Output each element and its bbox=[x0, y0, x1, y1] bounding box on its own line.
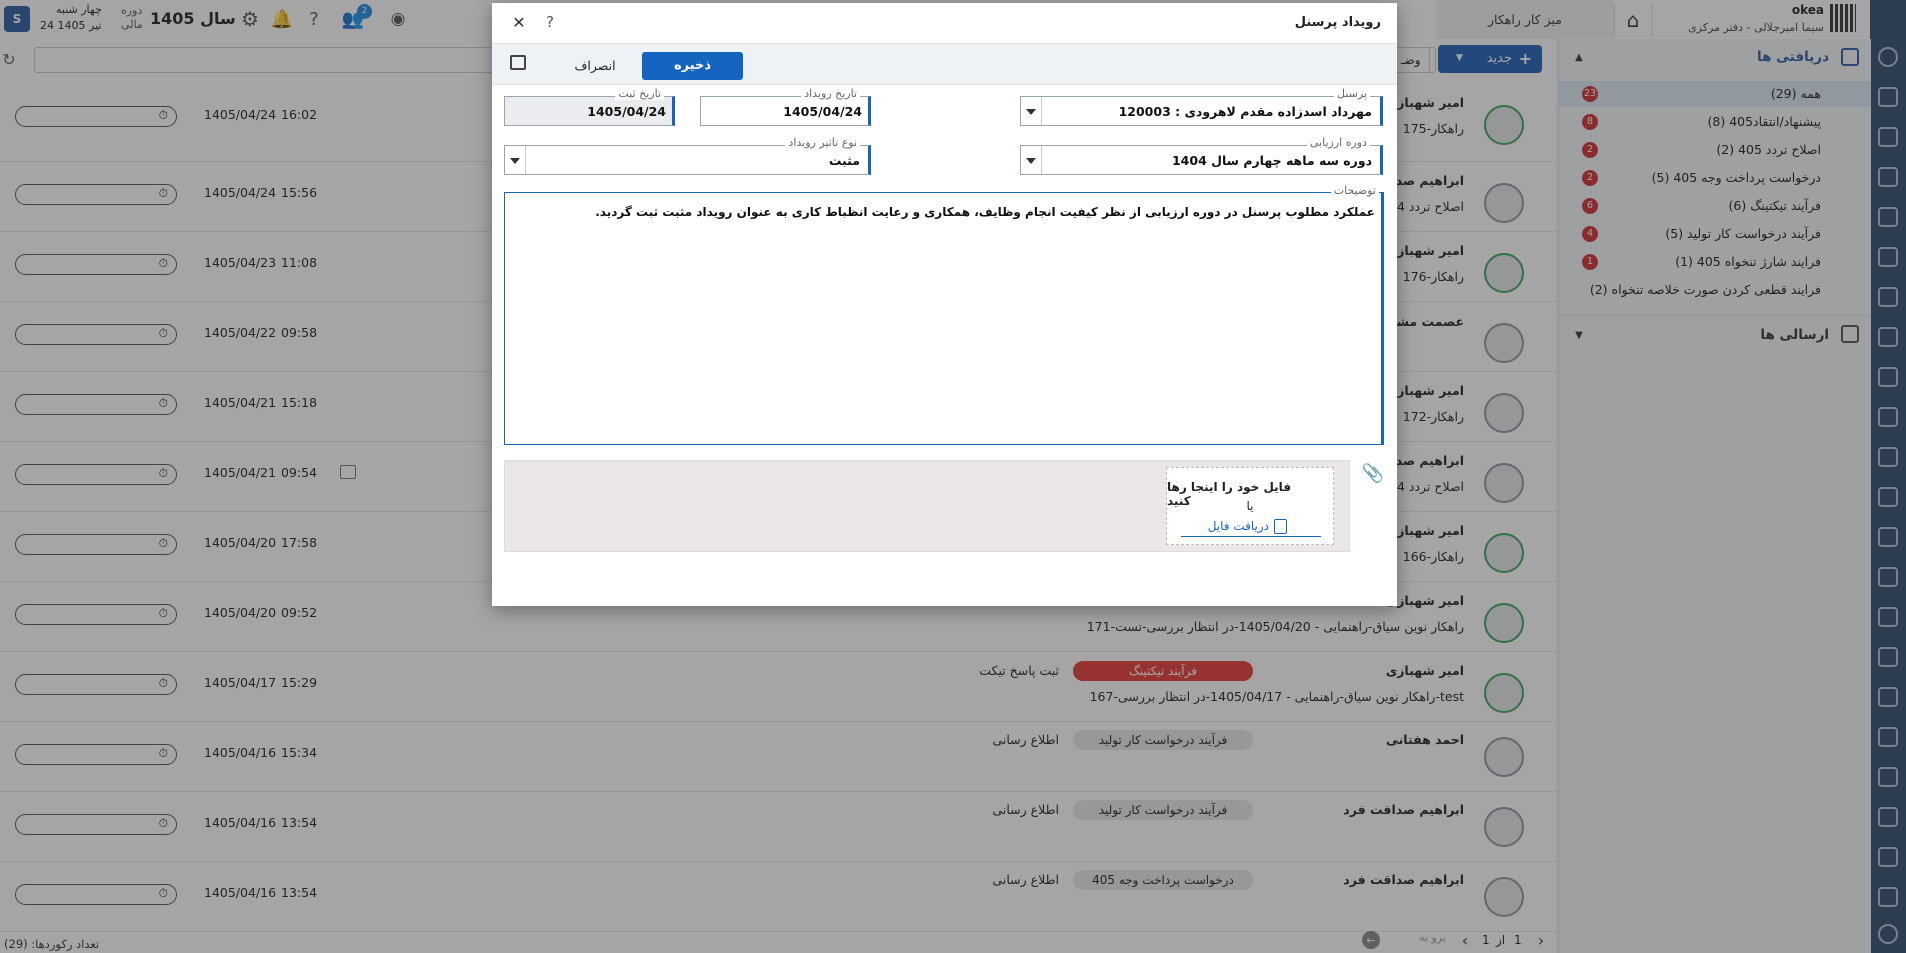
help-icon[interactable]: ? bbox=[542, 13, 558, 31]
dialog-title: رویداد پرسنل bbox=[1294, 15, 1381, 30]
evaluation-period-value: دوره سه ماهه چهارم سال 1404 bbox=[1171, 153, 1372, 168]
event-date-field[interactable]: تاریخ رویداد 1405/04/24 bbox=[700, 87, 871, 126]
description-label: توضیحات bbox=[1330, 184, 1379, 197]
description-text: عملکرد مطلوب پرسنل در دوره ارزیابی از نظ… bbox=[595, 205, 1375, 219]
chevron-down-icon[interactable] bbox=[1021, 146, 1042, 174]
personnel-value: 120003 : مهرداد اسدزاده مقدم لاهرودی bbox=[1118, 104, 1372, 119]
impact-type-label: نوع تاثیر رویداد bbox=[785, 136, 860, 149]
cancel-button[interactable]: انصراف bbox=[550, 53, 640, 79]
chevron-down-icon[interactable] bbox=[505, 146, 526, 174]
description-textarea[interactable]: توضیحات عملکرد مطلوب پرسنل در دوره ارزیا… bbox=[504, 184, 1384, 445]
impact-type-value: مثبت bbox=[828, 153, 860, 168]
evaluation-period-select[interactable]: دوره ارزیابی دوره سه ماهه چهارم سال 1404 bbox=[1020, 136, 1383, 175]
registration-date-label: تاریخ ثبت bbox=[615, 87, 664, 100]
event-date-label: تاریخ رویداد bbox=[801, 87, 860, 100]
personnel-select[interactable]: پرسنل 120003 : مهرداد اسدزاده مقدم لاهرو… bbox=[1020, 87, 1383, 126]
upload-file-label: دریافت فایل bbox=[1207, 519, 1269, 533]
registration-date-field: تاریخ ثبت 1405/04/24 bbox=[504, 87, 675, 126]
panel-toggle-icon[interactable] bbox=[510, 55, 526, 70]
close-icon[interactable]: ✕ bbox=[510, 13, 528, 32]
upload-file-link[interactable]: دریافت فایل bbox=[1181, 518, 1321, 537]
save-button[interactable]: ذخیره bbox=[642, 52, 743, 80]
dropzone-or: یا bbox=[1246, 499, 1254, 513]
personnel-event-dialog: رویداد پرسنل ? ✕ انصراف ذخیره پرسنل 1200… bbox=[492, 3, 1397, 606]
evaluation-period-label: دوره ارزیابی bbox=[1306, 136, 1370, 149]
registration-date-value: 1405/04/24 bbox=[587, 104, 666, 119]
personnel-label: پرسنل bbox=[1334, 87, 1370, 100]
dropzone[interactable]: فایل خود را اینجا رها کنید یا دریافت فای… bbox=[1166, 467, 1334, 545]
upload-icon bbox=[1274, 519, 1287, 534]
chevron-down-icon[interactable] bbox=[1021, 97, 1042, 125]
impact-type-select[interactable]: نوع تاثیر رویداد مثبت bbox=[504, 136, 871, 175]
event-date-value: 1405/04/24 bbox=[783, 104, 862, 119]
paperclip-icon[interactable]: 📎 bbox=[1362, 462, 1384, 484]
